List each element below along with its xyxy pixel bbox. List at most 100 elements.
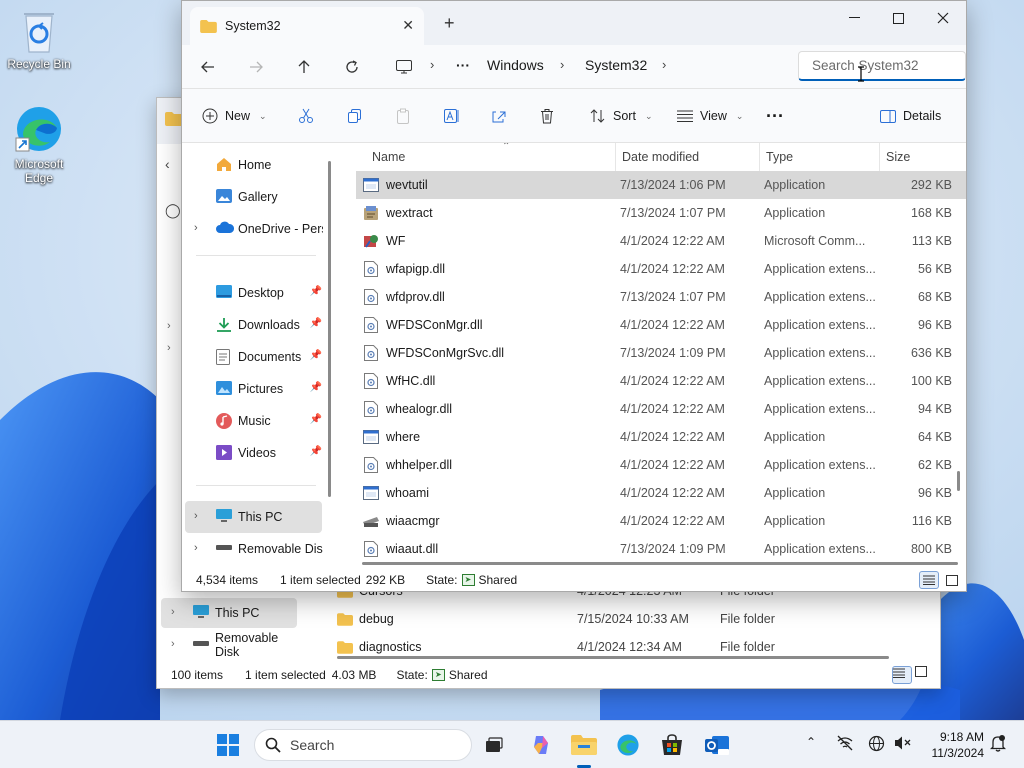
this-pc-location-button[interactable] xyxy=(392,55,416,79)
bw-nav-this-pc[interactable]: › This PC xyxy=(161,598,297,628)
more-options-button[interactable]: ··· xyxy=(766,105,784,127)
chevron-right-icon[interactable]: › xyxy=(194,542,198,554)
share-button[interactable] xyxy=(491,105,507,127)
file-row[interactable]: whealogr.dll 4/1/2024 12:22 AM Application… xyxy=(356,395,966,423)
file-row[interactable]: WFDSConMgrSvc.dll 7/13/2024 1:09 PM Applic… xyxy=(356,339,966,367)
breadcrumb-overflow[interactable]: ··· xyxy=(456,57,470,73)
notification-bell-icon[interactable] xyxy=(989,735,1007,755)
start-button[interactable] xyxy=(214,731,242,759)
back-button[interactable] xyxy=(196,55,220,79)
file-row[interactable]: wfdprov.dll 7/13/2024 1:07 PM Application … xyxy=(356,283,966,311)
paste-button[interactable] xyxy=(395,105,411,127)
close-button[interactable] xyxy=(925,7,961,29)
search-input[interactable] xyxy=(798,51,966,81)
rename-button[interactable] xyxy=(443,105,461,127)
chevron-right-icon[interactable]: › xyxy=(662,57,666,72)
nav-item-home[interactable]: Home xyxy=(185,149,322,181)
edge-taskbar-button[interactable] xyxy=(614,731,642,759)
file-row[interactable]: where 4/1/2024 12:22 AM Application 64 KB xyxy=(356,423,966,451)
pin-icon[interactable]: 📌 xyxy=(310,286,322,297)
nav-item-videos[interactable]: Videos 📌 xyxy=(185,437,322,469)
chevron-right-icon[interactable]: › xyxy=(430,57,434,72)
pin-icon[interactable]: 📌 xyxy=(310,350,322,361)
chevron-right-icon[interactable]: › xyxy=(171,606,175,618)
nav-item-this-pc[interactable]: › This PC xyxy=(185,501,322,533)
view-button[interactable]: View ⌄ xyxy=(677,105,743,127)
breadcrumb-system32[interactable]: System32 xyxy=(585,57,647,73)
close-tab-icon[interactable]: ✕ xyxy=(402,17,414,34)
chevron-right-icon[interactable]: › xyxy=(560,57,564,72)
file-row[interactable]: whhelper.dll 4/1/2024 12:22 AM Application… xyxy=(356,451,966,479)
details-view-toggle[interactable] xyxy=(892,666,912,684)
pin-icon[interactable]: 📌 xyxy=(310,382,322,393)
file-row[interactable]: wextract 7/13/2024 1:07 PM Application 168 … xyxy=(356,199,966,227)
system-clock[interactable]: 9:18 AM 11/3/2024 xyxy=(918,729,985,761)
pin-icon[interactable]: 📌 xyxy=(310,318,322,329)
tab-system32[interactable]: System32 ✕ xyxy=(190,7,424,45)
new-tab-button[interactable]: + xyxy=(444,13,455,34)
chevron-right-icon[interactable]: › xyxy=(171,638,175,650)
file-row[interactable]: whoami 4/1/2024 12:22 AM Application 96 KB xyxy=(356,479,966,507)
copy-button[interactable] xyxy=(347,105,363,127)
new-icon[interactable]: ◯ xyxy=(165,202,181,219)
task-view-button[interactable] xyxy=(480,731,508,759)
column-header-type[interactable]: Type xyxy=(760,143,880,171)
file-row[interactable]: wiaacmgr 4/1/2024 12:22 AM Application 116 … xyxy=(356,507,966,535)
delete-button[interactable] xyxy=(539,105,555,127)
tiles-view-toggle[interactable] xyxy=(942,571,962,589)
bw-list-item[interactable]: debug 7/15/2024 10:33 AM File folder xyxy=(337,606,917,632)
minimize-button[interactable] xyxy=(836,7,872,29)
nav-item-documents[interactable]: Documents 📌 xyxy=(185,341,322,373)
tray-overflow-chevron-icon[interactable]: ⌃ xyxy=(806,735,816,749)
column-header-name[interactable]: Name ⌃ xyxy=(356,143,616,171)
chevron-right-icon[interactable]: › xyxy=(194,222,198,234)
recycle-bin-shortcut[interactable]: Recycle Bin xyxy=(1,8,77,71)
copilot-button[interactable] xyxy=(527,731,555,759)
store-button[interactable] xyxy=(658,731,686,759)
explorer-window[interactable]: System32 ✕ + › ··· Windows › System32 › … xyxy=(181,0,967,592)
file-row[interactable]: wfapigp.dll 4/1/2024 12:22 AM Application … xyxy=(356,255,966,283)
file-explorer-button[interactable] xyxy=(570,731,598,759)
nav-item-desktop[interactable]: Desktop 📌 xyxy=(185,277,322,309)
bw-nav-removable-disk[interactable]: › Removable Disk xyxy=(161,630,297,660)
sort-button[interactable]: Sort ⌄ xyxy=(590,105,652,127)
column-header-size[interactable]: Size xyxy=(880,143,966,171)
outlook-button[interactable] xyxy=(703,731,731,759)
new-button[interactable]: New ⌄ xyxy=(202,105,267,127)
file-row[interactable]: WFDSConMgr.dll 4/1/2024 12:22 AM Applicati… xyxy=(356,311,966,339)
pin-icon[interactable]: 📌 xyxy=(310,446,322,457)
file-row[interactable]: WF 4/1/2024 12:22 AM Microsoft Comm... 113 … xyxy=(356,227,966,255)
nav-item-gallery[interactable]: Gallery xyxy=(185,181,322,213)
chevron-right-icon[interactable]: › xyxy=(167,320,171,332)
nav-item-removable-disk[interactable]: › Removable Disk xyxy=(185,533,323,565)
forward-button[interactable] xyxy=(244,55,268,79)
maximize-button[interactable] xyxy=(880,7,916,29)
volume-muted-icon[interactable] xyxy=(894,735,911,754)
edge-shortcut[interactable]: Microsoft Edge xyxy=(1,104,77,185)
column-header-date[interactable]: Date modified xyxy=(616,143,760,171)
nav-pane-scrollbar[interactable] xyxy=(328,161,331,497)
nav-item-music[interactable]: Music 📌 xyxy=(185,405,322,437)
nav-item-onedrive[interactable]: › OneDrive - Perso xyxy=(185,213,323,245)
back-arrow-icon[interactable]: ‹ xyxy=(165,156,170,172)
vertical-scrollbar[interactable] xyxy=(957,471,960,491)
globe-icon[interactable] xyxy=(868,735,885,755)
cut-button[interactable] xyxy=(298,105,314,127)
details-button[interactable]: Details xyxy=(880,105,941,127)
details-view-toggle[interactable] xyxy=(919,571,939,589)
network-disconnected-icon[interactable] xyxy=(836,735,854,754)
nav-item-downloads[interactable]: Downloads 📌 xyxy=(185,309,322,341)
horizontal-scrollbar[interactable] xyxy=(362,562,958,565)
up-button[interactable] xyxy=(292,55,316,79)
tiles-view-toggle[interactable] xyxy=(915,666,935,684)
nav-item-pictures[interactable]: Pictures 📌 xyxy=(185,373,322,405)
file-row[interactable]: WfHC.dll 4/1/2024 12:22 AM Application ext… xyxy=(356,367,966,395)
chevron-right-icon[interactable]: › xyxy=(194,510,198,522)
horizontal-scrollbar[interactable] xyxy=(337,656,889,659)
chevron-right-icon[interactable]: › xyxy=(167,342,171,354)
breadcrumb-windows[interactable]: Windows xyxy=(487,57,544,73)
file-row[interactable]: wiaaut.dll 7/13/2024 1:09 PM Application e… xyxy=(356,535,966,563)
taskbar-search[interactable]: Search xyxy=(254,729,472,761)
refresh-button[interactable] xyxy=(340,55,364,79)
file-row[interactable]: wevtutil 7/13/2024 1:06 PM Application 292 … xyxy=(356,171,966,199)
